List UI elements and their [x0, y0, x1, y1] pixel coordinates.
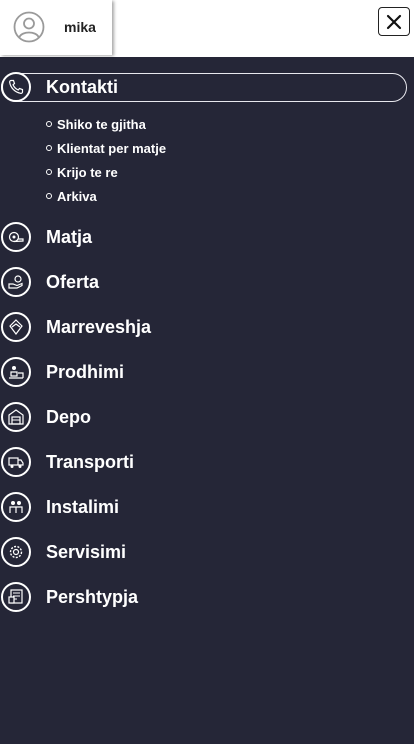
menu-item-label: Prodhimi — [46, 362, 125, 382]
user-profile[interactable]: mika — [0, 0, 112, 55]
top-header: mika — [0, 0, 414, 57]
bullet-icon — [46, 121, 52, 127]
submenu-item-shiko[interactable]: Shiko te gjitha — [46, 112, 166, 136]
menu-item-depo[interactable]: Depo — [0, 402, 414, 434]
service-gear-icon — [1, 537, 31, 567]
submenu-label: Shiko te gjitha — [57, 116, 146, 132]
submenu-label: Krijo te re — [57, 164, 118, 180]
truck-icon — [1, 447, 31, 477]
menu-item-prodhimi[interactable]: Prodhimi — [0, 357, 414, 389]
menu-item-label: Instalimi — [46, 497, 120, 517]
submenu-item-krijo[interactable]: Krijo te re — [46, 160, 166, 184]
menu-item-instalimi[interactable]: Instalimi — [0, 492, 414, 524]
menu-item-label: Transporti — [46, 452, 135, 472]
menu-item-label: Depo — [46, 407, 91, 427]
username: mika — [64, 19, 96, 35]
menu-item-transporti[interactable]: Transporti — [0, 447, 414, 479]
menu-item-oferta[interactable]: Oferta — [0, 267, 414, 299]
warehouse-icon — [1, 402, 31, 432]
submenu-item-klientat[interactable]: Klientat per matje — [46, 136, 166, 160]
measuring-tape-icon — [1, 222, 31, 252]
menu-item-label: Oferta — [46, 272, 100, 292]
user-circle-icon — [13, 11, 45, 43]
offer-hand-icon — [1, 267, 31, 297]
feedback-icon — [1, 582, 31, 612]
kontakti-submenu: Shiko te gjitha Klientat per matje Krijo… — [46, 112, 166, 208]
menu-item-label: Servisimi — [46, 542, 127, 562]
menu-item-matja[interactable]: Matja — [0, 222, 414, 254]
menu-item-label: Marreveshja — [46, 317, 152, 337]
menu-item-label: Kontakti — [46, 77, 118, 97]
menu-item-label: Pershtypja — [46, 587, 139, 607]
menu-item-marreveshja[interactable]: Marreveshja — [0, 312, 414, 344]
bullet-icon — [46, 193, 52, 199]
installation-icon — [1, 492, 31, 522]
phone-icon — [1, 72, 31, 102]
menu-item-kontakti[interactable]: Kontakti — [0, 72, 414, 104]
agreement-icon — [1, 312, 31, 342]
close-button[interactable] — [378, 7, 410, 36]
submenu-item-arkiva[interactable]: Arkiva — [46, 184, 166, 208]
menu-item-label: Matja — [46, 227, 93, 247]
close-icon — [386, 14, 402, 29]
menu-item-pershtypja[interactable]: Pershtypja — [0, 582, 414, 614]
bullet-icon — [46, 169, 52, 175]
production-icon — [1, 357, 31, 387]
submenu-label: Klientat per matje — [57, 140, 167, 156]
bullet-icon — [46, 145, 52, 151]
submenu-label: Arkiva — [57, 188, 97, 204]
menu-item-servisimi[interactable]: Servisimi — [0, 537, 414, 569]
